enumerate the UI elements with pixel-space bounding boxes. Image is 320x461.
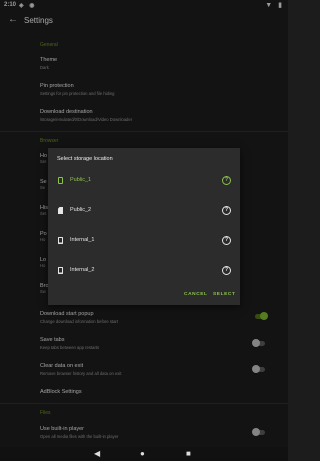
dialog-title: Select storage location: [57, 156, 113, 162]
phone-icon: [58, 267, 63, 274]
nav-back-icon[interactable]: ◀: [94, 449, 100, 458]
help-icon[interactable]: ?: [222, 206, 231, 215]
help-icon[interactable]: ?: [222, 236, 231, 245]
storage-option-internal-2[interactable]: Internal_2 ?: [48, 263, 240, 279]
storage-option-public-1[interactable]: Public_1 ?: [48, 173, 240, 189]
storage-option-internal-1[interactable]: Internal_1 ?: [48, 233, 240, 249]
select-button[interactable]: SELECT: [213, 292, 236, 297]
nav-recents-icon[interactable]: ■: [186, 449, 191, 458]
sd-card-icon: [58, 207, 63, 214]
phone-icon: [58, 177, 63, 184]
option-label: Internal_1: [70, 237, 95, 243]
help-icon[interactable]: ?: [222, 176, 231, 185]
storage-location-dialog: Select storage location Public_1 ? Publi…: [48, 148, 240, 305]
help-icon[interactable]: ?: [222, 266, 231, 275]
phone-icon: [58, 237, 63, 244]
option-label: Public_1: [70, 177, 92, 183]
cancel-button[interactable]: CANCEL: [184, 292, 208, 297]
option-label: Public_2: [70, 207, 92, 213]
nav-home-icon[interactable]: ●: [140, 449, 145, 458]
option-label: Internal_2: [70, 267, 95, 273]
navigation-bar: ◀ ● ■: [0, 447, 288, 461]
storage-option-public-2[interactable]: Public_2 ?: [48, 203, 240, 219]
